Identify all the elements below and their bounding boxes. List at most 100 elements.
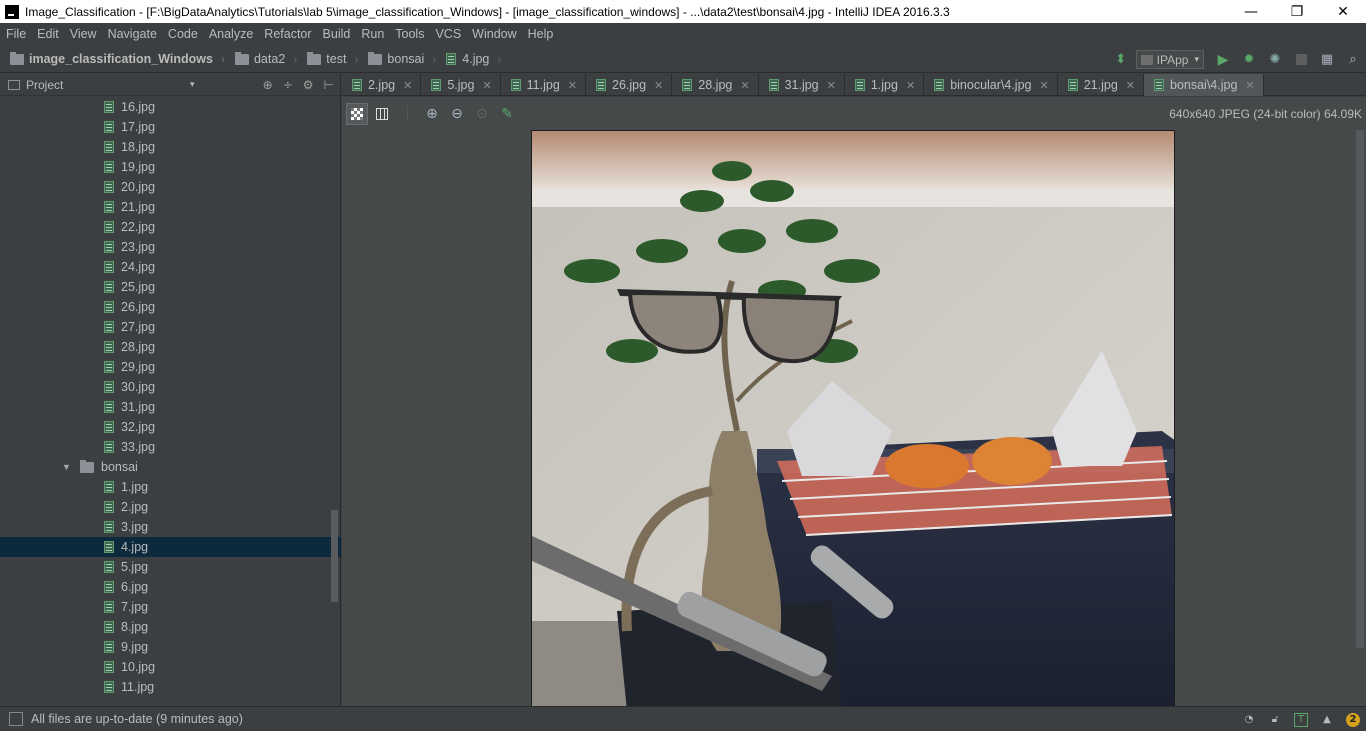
menu-navigate[interactable]: Navigate [102,27,162,41]
chessboard-toggle-icon[interactable] [346,102,368,125]
menu-vcs[interactable]: VCS [429,27,466,41]
editor-tab[interactable]: 26.jpg ✕ [586,74,673,96]
tree-file-item[interactable]: 29.jpg [0,357,341,377]
tree-file-item[interactable]: 24.jpg [0,257,341,277]
editor-tab[interactable]: 2.jpg ✕ [342,74,422,96]
close-icon[interactable]: ✕ [740,79,749,92]
event-log-badge[interactable]: 2 [1346,712,1360,727]
tree-file-item[interactable]: 3.jpg [0,517,341,537]
restore-button[interactable]: ❐ [1274,0,1320,23]
run-icon[interactable]: ▶ [1210,46,1236,73]
build-hammer-icon[interactable]: ⬍ [1108,46,1134,73]
tree-file-item[interactable]: 26.jpg [0,297,341,317]
close-icon[interactable]: ✕ [1245,79,1254,92]
tree-file-item[interactable]: 18.jpg [0,137,341,157]
minimize-button[interactable]: — [1228,0,1274,23]
menu-refactor[interactable]: Refactor [258,27,316,41]
close-icon[interactable]: ✕ [568,79,577,92]
menu-view[interactable]: View [64,27,102,41]
editor-tab[interactable]: binocular\4.jpg ✕ [924,74,1058,96]
close-icon[interactable]: ✕ [482,79,491,92]
tree-file-item[interactable]: 8.jpg [0,617,341,637]
menu-tools[interactable]: Tools [389,27,429,41]
breadcrumb-bonsai[interactable]: bonsai › [358,46,436,73]
tree-folder-bonsai[interactable]: ▼ bonsai [0,457,341,477]
tree-file-item[interactable]: 17.jpg [0,117,341,137]
tree-file-item[interactable]: 33.jpg [0,437,341,457]
zoom-in-icon[interactable]: ⊕ [421,103,443,125]
chevron-down-icon[interactable]: ▼ [62,462,72,472]
editor-tab[interactable]: 11.jpg ✕ [501,74,587,96]
tree-file-item[interactable]: 5.jpg [0,557,341,577]
tree-file-item[interactable]: 9.jpg [0,637,341,657]
coverage-icon[interactable]: ✺ [1262,46,1288,73]
color-picker-icon[interactable]: ✎ [496,103,518,125]
scroll-from-source-icon[interactable]: ⊕ [263,78,273,92]
zoom-out-icon[interactable]: ⊖ [446,103,468,125]
close-icon[interactable]: ✕ [1126,79,1135,92]
close-icon[interactable]: ✕ [654,79,663,92]
tree-vertical-scrollbar[interactable] [331,510,338,602]
tree-file-item[interactable]: 21.jpg [0,197,341,217]
menu-code[interactable]: Code [162,27,203,41]
tree-file-item[interactable]: 11.jpg [0,677,341,697]
tree-file-item[interactable]: 32.jpg [0,417,341,437]
menu-edit[interactable]: Edit [31,27,64,41]
close-window-button[interactable]: ✕ [1320,0,1366,23]
menu-run[interactable]: Run [355,27,389,41]
memory-indicator-icon[interactable]: ◔ [1242,713,1256,727]
editor-tab[interactable]: 21.jpg ✕ [1058,74,1144,96]
close-icon[interactable]: ✕ [906,79,915,92]
actual-size-icon[interactable]: ⊙ [471,103,493,125]
tree-file-item[interactable]: 20.jpg [0,177,341,197]
editor-tab[interactable]: 5.jpg ✕ [421,74,501,96]
tree-file-item[interactable]: 22.jpg [0,217,341,237]
search-icon[interactable]: ⌕ [1340,46,1366,73]
tree-file-item[interactable]: 6.jpg [0,577,341,597]
tool-windows-icon[interactable] [9,712,23,726]
tree-file-item[interactable]: 16.jpg [0,97,341,117]
tree-file-item[interactable]: 27.jpg [0,317,341,337]
tree-file-item[interactable]: 30.jpg [0,377,341,397]
close-icon[interactable]: ✕ [827,79,836,92]
tree-file-item[interactable]: 25.jpg [0,277,341,297]
menu-build[interactable]: Build [317,27,356,41]
hector-icon[interactable]: ▲ [1320,713,1334,727]
close-icon[interactable]: ✕ [1040,79,1049,92]
project-view-label[interactable]: Project [26,78,63,92]
menu-analyze[interactable]: Analyze [203,27,258,41]
tree-file-item[interactable]: 23.jpg [0,237,341,257]
grid-toggle-icon[interactable] [371,103,393,125]
breadcrumb-project[interactable]: image_classification_Windows › [0,46,225,73]
close-icon[interactable]: ✕ [403,79,412,92]
editor-tab[interactable]: 28.jpg ✕ [672,74,759,96]
tree-file-item-selected[interactable]: 4.jpg [0,537,341,557]
tree-file-item[interactable]: 19.jpg [0,157,341,177]
tree-file-item[interactable]: 2.jpg [0,497,341,517]
collapse-all-icon[interactable]: ÷ [283,78,293,92]
menu-file[interactable]: File [0,27,31,41]
menu-help[interactable]: Help [522,27,559,41]
project-structure-icon[interactable]: ▦ [1314,46,1340,73]
run-configuration-select[interactable]: IPApp ▾ [1135,50,1204,69]
gear-icon[interactable]: ⚙ [303,78,314,92]
stop-icon[interactable] [1288,46,1314,73]
tree-file-item[interactable]: 31.jpg [0,397,341,417]
chevron-down-icon[interactable]: ▾ [190,80,195,90]
tree-file-item[interactable]: 1.jpg [0,477,341,497]
tree-file-item[interactable]: 10.jpg [0,657,341,677]
menu-window[interactable]: Window [466,27,521,41]
inspector-icon[interactable]: T [1294,712,1308,727]
lock-icon[interactable]: 🔓︎ [1268,713,1282,727]
hide-panel-icon[interactable]: ⊢ [324,78,334,92]
breadcrumb-test[interactable]: test › [297,46,358,73]
tree-file-item[interactable]: 28.jpg [0,337,341,357]
breadcrumb-file[interactable]: 4.jpg › [436,46,501,73]
editor-tab[interactable]: 31.jpg ✕ [759,74,845,96]
tree-file-item[interactable]: 7.jpg [0,597,341,617]
debug-icon[interactable]: ✹ [1236,46,1262,73]
breadcrumb-data2[interactable]: data2 › [225,46,297,73]
editor-vertical-scrollbar[interactable] [1356,130,1364,648]
editor-tab[interactable]: 1.jpg ✕ [845,74,925,96]
editor-tab-active[interactable]: bonsai\4.jpg ✕ [1144,74,1264,96]
